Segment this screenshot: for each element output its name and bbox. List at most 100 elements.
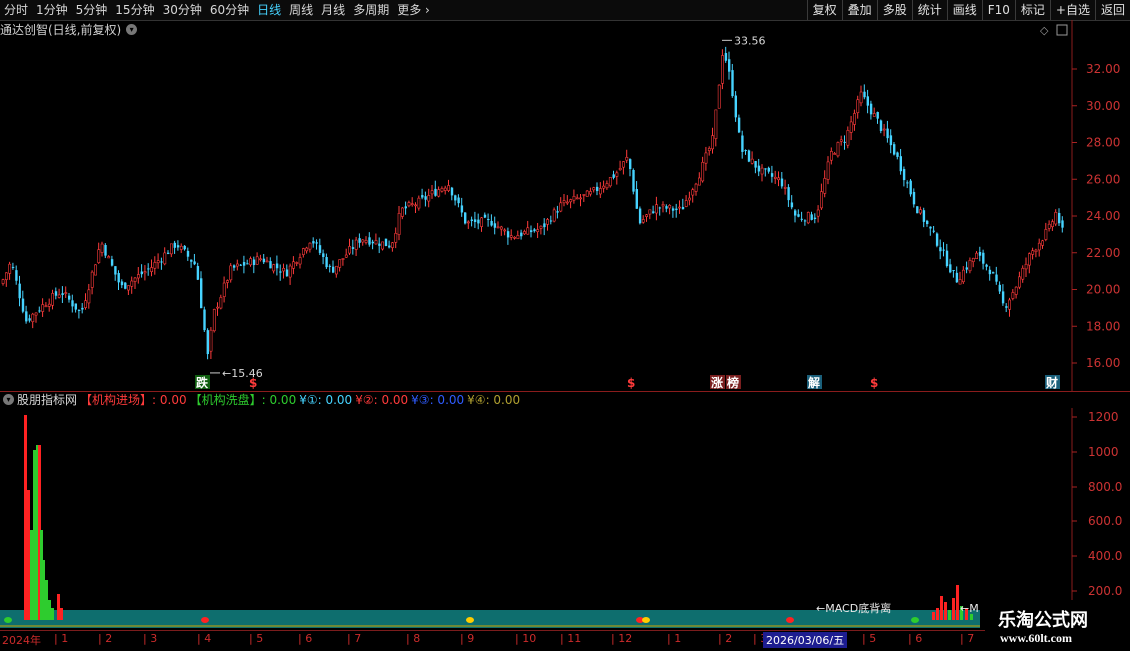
toolbar-button-7[interactable]: +自选	[1049, 0, 1095, 20]
candle-body	[440, 188, 444, 192]
candle-body	[955, 272, 959, 283]
candlestick-chart[interactable]: 32.00 30.00 28.00 26.00 24.00 22.00 20.00 18.00…	[0, 20, 1130, 392]
candle-body	[354, 239, 358, 250]
candle-body	[226, 280, 229, 283]
date-tick-3: | 3	[143, 632, 158, 645]
period-tab-1[interactable]: 1分钟	[32, 0, 72, 20]
indicator-item-label-5: ¥④	[467, 392, 486, 407]
indicator-chart[interactable]: 1200 1000 800.0 600.0 400.0 200.0 ←MACD底背离 ←M	[0, 408, 1130, 630]
candle-body	[794, 210, 797, 216]
indicator-item-label-3: ¥②	[355, 392, 374, 407]
toolbar-button-4[interactable]: 画线	[946, 0, 982, 20]
candle-body	[233, 265, 236, 268]
candle-body	[496, 226, 500, 229]
candle-body	[1, 279, 5, 284]
period-tab-3[interactable]: 15分钟	[111, 0, 158, 20]
ind-tick-label: 600.0	[1088, 514, 1122, 528]
event-marker-3: 涨	[711, 375, 723, 390]
candle-body	[985, 264, 988, 267]
candle-body	[556, 211, 559, 213]
candle-body	[648, 209, 652, 215]
candle-body	[34, 312, 38, 316]
candle-body	[839, 139, 843, 142]
candle-body	[38, 310, 41, 312]
period-tab-0[interactable]: 分时	[0, 0, 32, 20]
candle-body	[279, 271, 282, 273]
period-tab-9[interactable]: 多周期	[349, 0, 393, 20]
candle-body	[1018, 276, 1021, 288]
period-tab-10[interactable]: 更多 ›	[393, 0, 434, 20]
candle-body	[641, 219, 645, 223]
period-tab-6[interactable]: 日线	[253, 0, 285, 20]
candle-body	[697, 177, 701, 186]
macd-divergence-label: ←MACD底背离	[816, 601, 891, 615]
candle-body	[252, 259, 256, 266]
candle-body	[61, 293, 64, 295]
candle-body	[863, 91, 866, 98]
candle-body	[51, 293, 55, 306]
toolbar-button-6[interactable]: 标记	[1014, 0, 1050, 20]
candle-body	[546, 219, 550, 225]
toolbar-button-1[interactable]: 叠加	[841, 0, 877, 20]
candle-body	[292, 261, 295, 269]
candle-body	[262, 258, 266, 263]
volume-bar	[936, 608, 939, 620]
candle-body	[298, 257, 302, 265]
y-tick-label: 20.00	[1086, 283, 1120, 297]
toolbar-button-5[interactable]: F10	[981, 0, 1015, 20]
date-tick-18: | 7	[960, 632, 975, 645]
candle-body	[315, 242, 318, 244]
candle-body	[371, 241, 374, 244]
site-watermark: 乐淘公式网 www.60lt.com	[986, 600, 1130, 650]
candle-body	[866, 96, 869, 106]
candle-body	[454, 195, 457, 201]
candle-body	[777, 177, 781, 181]
candle-body	[605, 183, 609, 189]
toolbar-button-2[interactable]: 多股	[876, 0, 912, 20]
chevron-right-icon: ›	[421, 3, 430, 17]
period-tab-4[interactable]: 30分钟	[159, 0, 206, 20]
indicator-item-label-4: ¥③	[411, 392, 430, 407]
candle-body	[74, 303, 77, 310]
toolbar-button-3[interactable]: 统计	[911, 0, 947, 20]
candle-body	[424, 196, 427, 200]
candle-body	[869, 103, 873, 115]
period-tab-2[interactable]: 5分钟	[72, 0, 112, 20]
candle-body	[437, 189, 441, 197]
toolbar-button-8[interactable]: 返回	[1094, 0, 1130, 20]
candle-body	[737, 117, 741, 133]
indicator-toggle-icon[interactable]: ▾	[3, 394, 14, 405]
candle-body	[216, 306, 220, 309]
indicator-name[interactable]: 股朋指标网	[17, 391, 77, 408]
indicator-item-label-2: ¥①	[299, 392, 318, 407]
candle-body	[473, 219, 477, 223]
period-tab-7[interactable]: 周线	[285, 0, 317, 20]
candle-body	[503, 229, 507, 232]
candle-body	[358, 238, 361, 243]
candle-body	[137, 274, 140, 279]
candle-body	[487, 219, 490, 221]
candle-body	[543, 223, 546, 228]
indicator-item-value-3: : 0.00	[373, 392, 409, 407]
toolbar-button-0[interactable]: 复权	[806, 0, 842, 20]
candle-body	[958, 279, 962, 285]
volume-bar	[944, 602, 947, 620]
period-tab-8[interactable]: 月线	[317, 0, 349, 20]
indicator-item-value-1: : 0.00	[261, 392, 297, 407]
candle-body	[490, 220, 493, 226]
candle-body	[394, 233, 398, 243]
candle-body	[269, 261, 272, 269]
signal-dot	[466, 617, 474, 623]
candle-body	[757, 165, 761, 172]
candle-body	[384, 238, 388, 247]
candle-body	[200, 278, 203, 309]
candle-body	[520, 232, 523, 237]
candle-body	[209, 329, 213, 352]
candle-body	[348, 246, 352, 254]
candle-body	[1061, 220, 1064, 228]
candle-body	[562, 200, 566, 204]
candle-body	[533, 229, 536, 232]
candle-body	[886, 128, 889, 139]
volume-bar	[30, 530, 33, 620]
period-tab-5[interactable]: 60分钟	[206, 0, 253, 20]
